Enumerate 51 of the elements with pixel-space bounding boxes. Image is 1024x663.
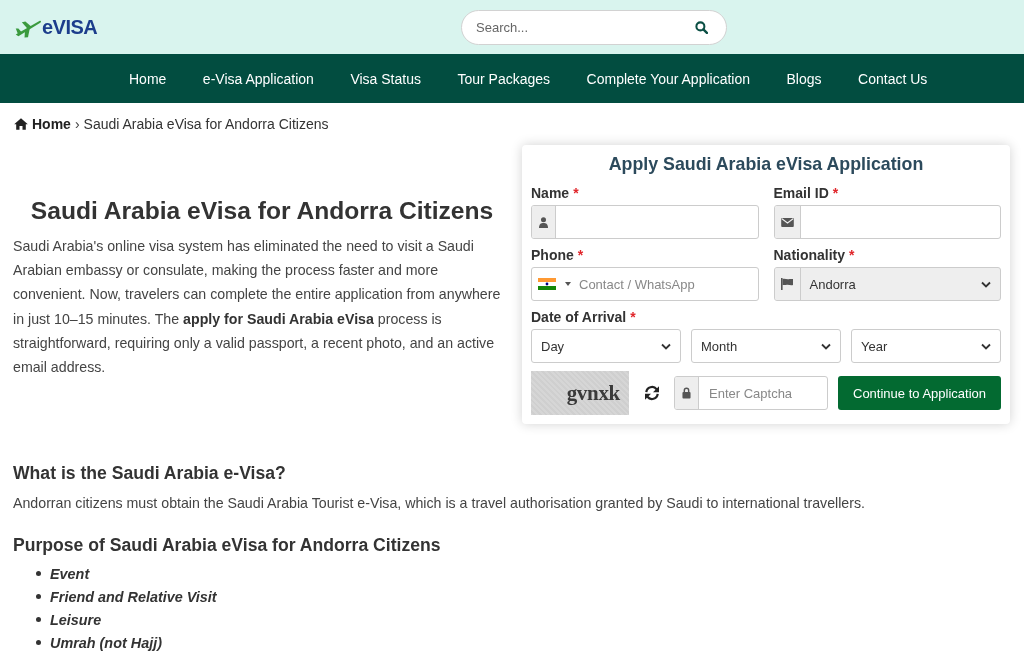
section-heading: Purpose of Saudi Arabia eVisa for Andorra Citizens — [13, 534, 442, 556]
dropdown[interactable]: Year — [851, 329, 1001, 363]
captcha-image: gvnxk — [531, 371, 629, 415]
flag-icon — [781, 278, 793, 290]
nav-link[interactable]: Contact Us — [858, 69, 928, 88]
nav-link[interactable]: Complete Your Application — [586, 69, 751, 88]
nav-link[interactable]: Home — [129, 69, 167, 88]
bullet-icon — [36, 640, 41, 645]
breadcrumb-current: Saudi Arabia eVisa for Andorra Citizens — [83, 116, 329, 132]
logo-link[interactable]: eVISA — [14, 15, 98, 39]
bullet-icon — [36, 571, 41, 576]
field-label: Phone * — [531, 246, 584, 265]
field-label: Name * — [531, 184, 579, 203]
lock-icon — [682, 387, 691, 399]
refresh-icon[interactable] — [643, 385, 660, 401]
search-field[interactable]: Search... — [461, 9, 727, 45]
field-label: Email ID * — [773, 184, 839, 203]
breadcrumb-link[interactable]: Home — [14, 116, 71, 132]
continue-button[interactable]: Continue to Application — [838, 376, 1001, 410]
list-item: Umrah (not Hajj) — [50, 633, 162, 652]
section-heading: What is the Saudi Arabia e-Visa? — [13, 462, 287, 484]
bullet-icon — [36, 617, 41, 622]
field-label: Date of Arrival * — [531, 308, 636, 327]
phone-field[interactable]: Contact / WhatsApp — [531, 267, 759, 301]
bullet-icon — [36, 594, 41, 599]
section-paragraph: Andorran citizens must obtain the Saudi Arabia Tourist e-Visa, which is a travel authorisation granted by Saudi to international travellers. — [13, 494, 866, 513]
form-title: Apply Saudi Arabia eVisa Application — [607, 153, 925, 176]
country-flag-icon — [538, 278, 556, 290]
nav-link[interactable]: Blogs — [786, 69, 822, 88]
dropdown[interactable]: Day — [531, 329, 681, 363]
envelope-icon — [780, 217, 794, 227]
list-item: Event — [50, 564, 90, 583]
list-item: Friend and Relative Visit — [50, 587, 217, 606]
nav-link[interactable]: Visa Status — [350, 69, 421, 88]
chevron-down-icon — [661, 342, 671, 350]
list-item: Leisure — [50, 610, 102, 629]
chevron-down-icon — [821, 342, 831, 350]
dropdown[interactable]: Month — [691, 329, 841, 363]
chevron-down-icon — [981, 342, 991, 350]
caret-icon — [565, 282, 571, 286]
breadcrumb-separator: › — [74, 116, 80, 132]
home-icon — [14, 118, 28, 130]
field-label: Nationality * — [773, 246, 855, 265]
intro-paragraph: Saudi Arabia's online visa system has eliminated the need to visit a Saudi Arabian embassy or consulate, making the process faster and more convenient. Now, travelers can complete the entire application from anywhere in just 10–15 minutes. The apply for Saudi Arabia eVisa process is straightforward, requiring only a valid passport, a recent photo, and an active email address. — [13, 236, 502, 377]
page-title: Saudi Arabia eVisa for Andorra Citizens — [29, 195, 495, 226]
nav-link[interactable]: e-Visa Application — [202, 69, 314, 88]
nav-link[interactable]: Tour Packages — [457, 69, 551, 88]
chevron-down-icon — [981, 280, 991, 288]
text-field[interactable] — [531, 205, 759, 239]
user-icon — [539, 216, 548, 228]
search-icon[interactable] — [695, 20, 708, 34]
